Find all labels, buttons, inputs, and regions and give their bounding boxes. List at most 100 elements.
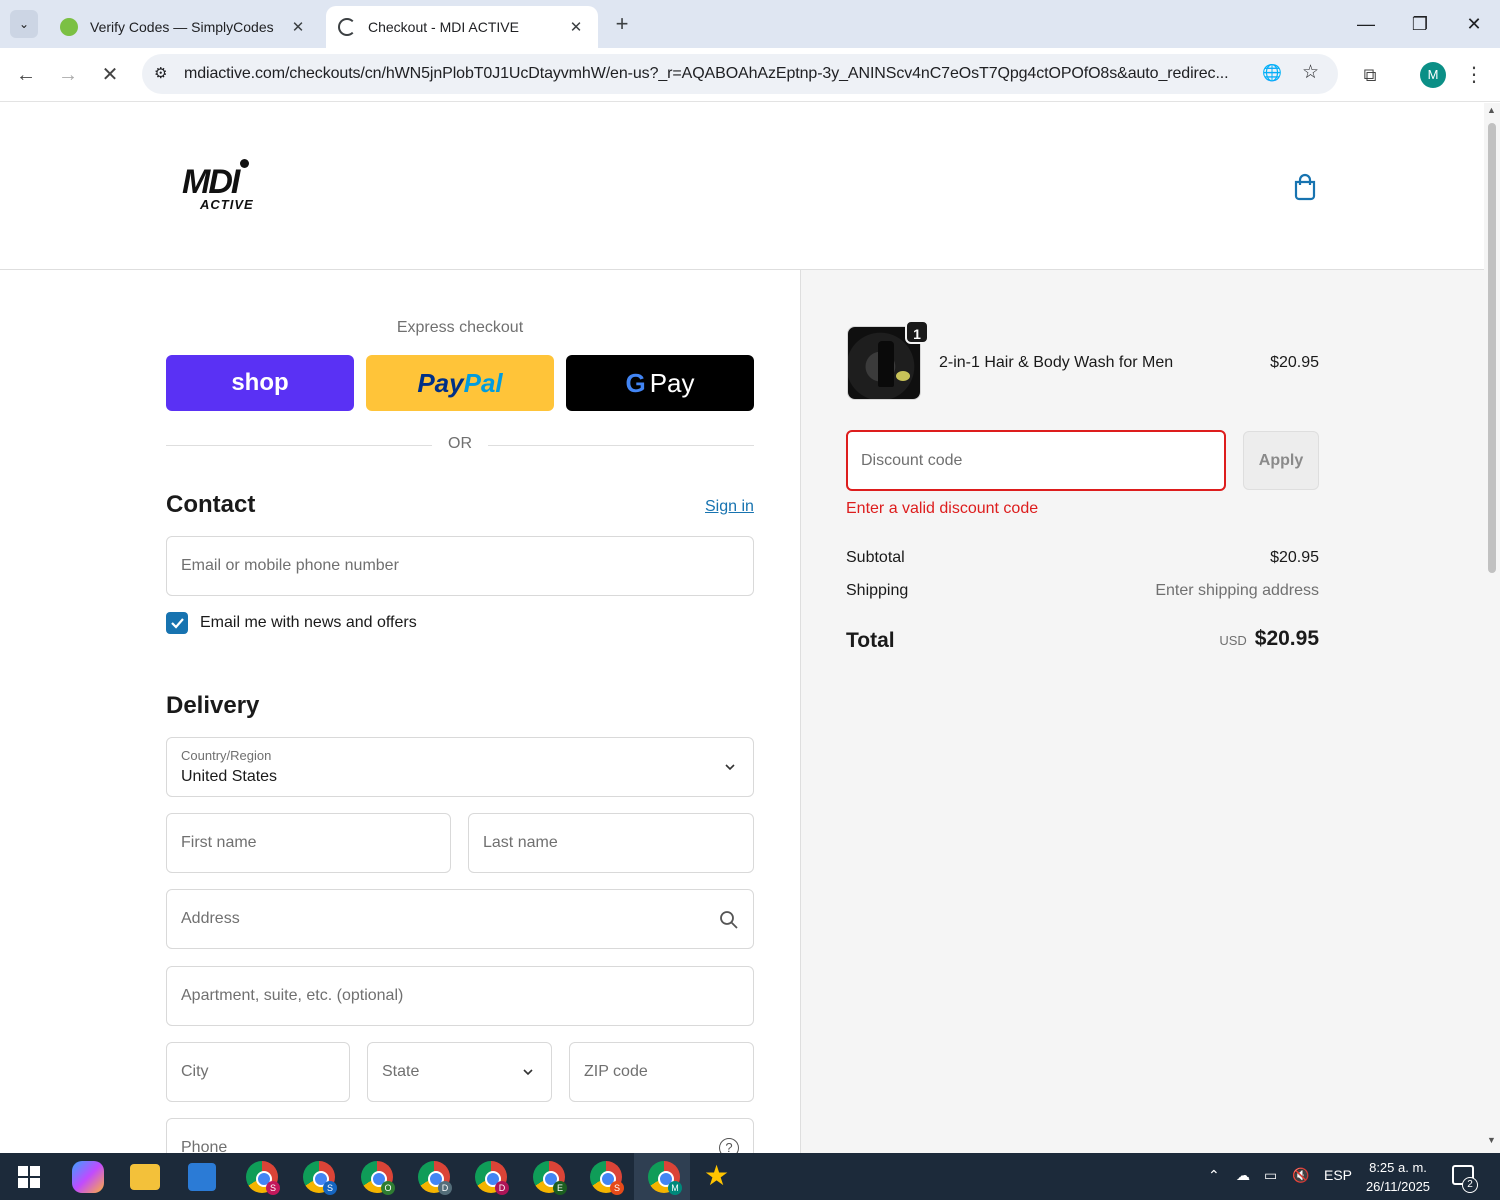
quantity-badge: 1 <box>905 320 929 344</box>
phone-field[interactable]: Phone ? <box>166 1118 754 1153</box>
or-separator: OR <box>448 435 472 452</box>
close-tab-icon[interactable]: ✕ <box>288 18 308 36</box>
chrome-profile-icon[interactable]: D <box>418 1161 452 1195</box>
email-field[interactable]: Email or mobile phone number <box>166 536 754 596</box>
tab-checkout[interactable]: Checkout - MDI ACTIVE ✕ <box>326 6 598 48</box>
subtotal-value: $20.95 <box>1270 549 1319 566</box>
address-field[interactable]: Address <box>166 889 754 949</box>
checkout-page: MDI ACTIVE Express checkout shop Pay Pal … <box>0 103 1484 1153</box>
system-clock[interactable]: 8:25 a. m. 26/11/2025 <box>1360 1158 1436 1196</box>
windows-start-icon[interactable] <box>18 1166 40 1188</box>
shopping-bag-icon[interactable] <box>1292 173 1318 201</box>
order-summary: 1 2-in-1 Hair & Body Wash for Men $20.95… <box>800 270 1484 1153</box>
forward-icon[interactable]: → <box>54 61 82 89</box>
shipping-label: Shipping <box>846 582 909 599</box>
language-indicator[interactable]: ESP <box>1324 1167 1352 1183</box>
total-value: $20.95 <box>1254 627 1319 650</box>
simplycodes-favicon-icon <box>60 18 78 36</box>
show-hidden-icons-icon[interactable]: ⌃ <box>1208 1167 1220 1184</box>
notification-count: 2 <box>1462 1177 1478 1193</box>
browser-toolbar: ← → ✕ ⚙ mdiactive.com/checkouts/cn/hWN5j… <box>0 48 1500 102</box>
product-name: 2-in-1 Hair & Body Wash for Men <box>939 354 1174 371</box>
chrome-profile-icon[interactable]: S <box>246 1161 280 1195</box>
product-price: $20.95 <box>1270 354 1319 371</box>
discount-code-input[interactable]: Discount code <box>846 430 1226 491</box>
address-bar[interactable]: ⚙ mdiactive.com/checkouts/cn/hWN5jnPlobT… <box>142 54 1338 94</box>
apartment-field[interactable]: Apartment, suite, etc. (optional) <box>166 966 754 1026</box>
zip-field[interactable]: ZIP code <box>569 1042 754 1102</box>
profile-avatar[interactable]: M <box>1420 62 1446 88</box>
site-info-icon[interactable]: ⚙ <box>154 64 167 82</box>
mdi-active-logo[interactable]: MDI ACTIVE <box>182 155 272 217</box>
sign-in-link[interactable]: Sign in <box>705 498 754 516</box>
total-label: Total <box>846 629 895 652</box>
new-tab-icon[interactable]: + <box>608 10 636 38</box>
file-explorer-icon[interactable] <box>130 1164 160 1190</box>
delivery-heading: Delivery <box>166 692 260 719</box>
divider <box>166 445 432 446</box>
browser-tab-strip: ⌄ Verify Codes — SimplyCodes ✕ Checkout … <box>0 0 1500 48</box>
paypal-button[interactable]: Pay Pal <box>366 355 554 411</box>
discount-error-message: Enter a valid discount code <box>846 500 1039 517</box>
last-name-field[interactable]: Last name <box>468 813 754 873</box>
express-checkout-title: Express checkout <box>396 319 524 336</box>
city-field[interactable]: City <box>166 1042 350 1102</box>
chrome-profile-icon[interactable]: O <box>361 1161 395 1195</box>
extensions-icon[interactable]: ⧉ <box>1356 61 1384 89</box>
restore-icon[interactable]: ❐ <box>1404 10 1436 38</box>
google-pay-button[interactable]: G Pay <box>566 355 754 411</box>
contact-heading: Contact <box>166 491 256 518</box>
chrome-profile-icon[interactable]: M <box>648 1161 682 1195</box>
page-scrollbar[interactable]: ▲ ▼ <box>1484 103 1500 1153</box>
stop-loading-icon[interactable]: ✕ <box>96 61 124 89</box>
chrome-profile-icon[interactable]: D <box>475 1161 509 1195</box>
bookmark-star-icon[interactable]: ☆ <box>1302 61 1319 84</box>
newsletter-label: Email me with news and offers <box>200 614 417 631</box>
checkmark-icon <box>171 618 184 629</box>
logo-dot-icon <box>240 159 249 168</box>
scrollbar-thumb[interactable] <box>1488 123 1496 573</box>
state-select[interactable]: State <box>367 1042 552 1102</box>
menu-kebab-icon[interactable]: ⋮ <box>1460 61 1488 89</box>
close-window-icon[interactable]: ✕ <box>1458 10 1490 38</box>
apply-button[interactable]: Apply <box>1243 431 1319 490</box>
translate-icon[interactable]: 🌐 <box>1262 63 1282 83</box>
shipping-value: Enter shipping address <box>1155 582 1319 599</box>
network-icon[interactable]: ▭ <box>1264 1167 1277 1184</box>
total-currency: USD <box>1219 633 1247 648</box>
minimize-icon[interactable]: — <box>1350 10 1382 38</box>
loading-spinner-icon <box>338 18 356 36</box>
country-select[interactable]: Country/Region United States <box>166 737 754 797</box>
close-tab-icon[interactable]: ✕ <box>566 18 586 36</box>
newsletter-checkbox[interactable] <box>166 612 188 634</box>
copilot-icon[interactable] <box>72 1161 104 1193</box>
tab-title: Verify Codes — SimplyCodes <box>90 19 274 35</box>
chevron-down-icon <box>523 1069 533 1076</box>
microsoft-store-icon[interactable] <box>188 1163 216 1191</box>
windows-taskbar: S S O D D E S M ★ ⌃ ☁ ▭ 🔇 ESP 8:25 a. m.… <box>0 1153 1500 1200</box>
checkout-form: Express checkout shop Pay Pal G Pay OR Con… <box>0 270 800 1153</box>
shop-pay-button[interactable]: shop <box>166 355 354 411</box>
chrome-profile-icon[interactable]: E <box>533 1161 567 1195</box>
search-icon <box>720 911 738 929</box>
scroll-up-icon[interactable]: ▲ <box>1487 105 1496 115</box>
store-header: MDI ACTIVE <box>0 103 1484 270</box>
chrome-profile-icon[interactable]: S <box>590 1161 624 1195</box>
subtotal-label: Subtotal <box>846 549 905 566</box>
onedrive-cloud-icon[interactable]: ☁ <box>1236 1167 1250 1184</box>
back-icon[interactable]: ← <box>12 61 40 89</box>
total-amount: USD $20.95 <box>1219 627 1319 651</box>
tab-simplycodes[interactable]: Verify Codes — SimplyCodes ✕ <box>48 6 320 48</box>
star-app-icon[interactable]: ★ <box>704 1159 729 1192</box>
divider <box>488 445 754 446</box>
chevron-down-icon <box>725 764 735 771</box>
scroll-down-icon[interactable]: ▼ <box>1487 1135 1496 1145</box>
first-name-field[interactable]: First name <box>166 813 451 873</box>
tab-title: Checkout - MDI ACTIVE <box>368 19 519 35</box>
google-g-icon: G <box>625 367 646 398</box>
help-circle-icon[interactable]: ? <box>719 1138 739 1153</box>
url-text: mdiactive.com/checkouts/cn/hWN5jnPlobT0J… <box>184 65 1229 82</box>
tab-search-button[interactable]: ⌄ <box>10 10 38 38</box>
chrome-profile-icon[interactable]: S <box>303 1161 337 1195</box>
volume-muted-icon[interactable]: 🔇 <box>1292 1167 1309 1184</box>
